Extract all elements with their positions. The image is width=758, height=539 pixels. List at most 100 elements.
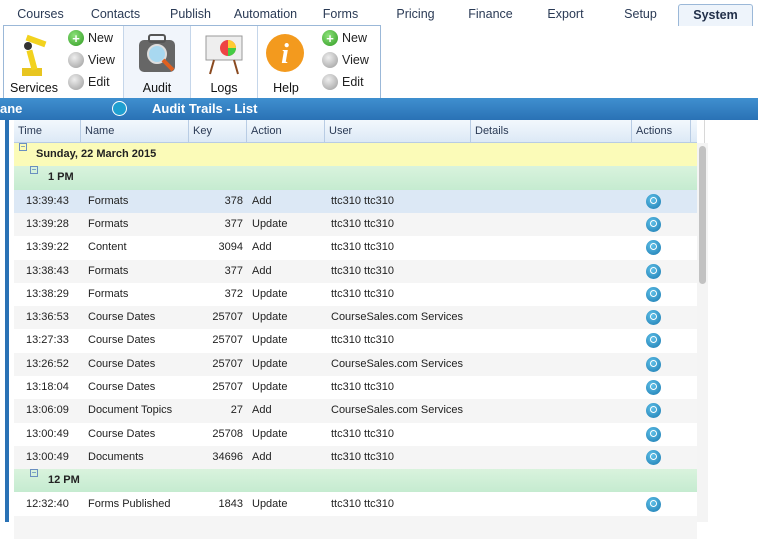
- user-cell: ttc310 ttc310: [331, 427, 394, 440]
- table-row[interactable]: 13:26:52 Course Dates 25707 Update CourseSal…: [14, 352, 697, 376]
- table-row[interactable]: 12:32:40 Forms Published 1843 Update ttc310 …: [14, 492, 697, 516]
- column-header-details[interactable]: Details: [471, 120, 632, 143]
- table-row[interactable]: 13:36:53 Course Dates 25707 Update CourseSal…: [14, 306, 697, 330]
- key-cell: 25707: [212, 334, 243, 347]
- view-details-icon[interactable]: [646, 263, 661, 279]
- robot-arm-icon: [16, 32, 52, 81]
- key-cell: 372: [224, 287, 243, 300]
- edit-button[interactable]: Edit: [68, 74, 110, 90]
- table-row[interactable]: 13:39:43 Formats 378 Add ttc310 ttc310: [14, 189, 697, 213]
- collapse-toggle-icon[interactable]: −: [30, 469, 38, 478]
- tab-courses[interactable]: Courses: [3, 4, 78, 26]
- table-row[interactable]: 13:06:09 Document Topics 27 Add CourseSales.…: [14, 399, 697, 423]
- view-details-icon[interactable]: [646, 286, 661, 302]
- hour-group-row[interactable]: − 12 PM: [14, 469, 697, 493]
- day-group-row[interactable]: − Sunday, 22 March 2015: [14, 143, 697, 167]
- new-button-2[interactable]: + New: [322, 30, 367, 46]
- tab-forms[interactable]: Forms: [303, 4, 378, 26]
- new-button[interactable]: + New: [68, 30, 113, 46]
- audit-button[interactable]: Audit: [124, 26, 191, 98]
- column-header-key[interactable]: Key: [189, 120, 247, 143]
- column-header-actions[interactable]: Actions: [632, 120, 691, 143]
- scrollbar-thumb[interactable]: [699, 146, 706, 284]
- column-header-action[interactable]: Action: [247, 120, 325, 143]
- logs-button[interactable]: Logs: [191, 26, 258, 98]
- time-cell: 13:00:49: [26, 450, 69, 463]
- chart-easel-icon: [202, 32, 246, 79]
- hour-group-row[interactable]: − 1 PM: [14, 166, 697, 190]
- column-header-name[interactable]: Name: [81, 120, 189, 143]
- key-cell: 25707: [212, 357, 243, 370]
- ribbon-toolbar: Services + New View Edit Audit Logs i Hel…: [3, 25, 381, 98]
- tab-setup[interactable]: Setup: [603, 4, 678, 26]
- edit-button-2[interactable]: Edit: [322, 74, 364, 90]
- user-cell: ttc310 ttc310: [331, 217, 394, 230]
- view-details-icon[interactable]: [646, 356, 661, 372]
- help-button[interactable]: Help: [258, 81, 314, 95]
- svg-text:i: i: [281, 39, 289, 70]
- user-cell: CourseSales.com Services: [331, 357, 464, 370]
- action-cell: Update: [252, 381, 288, 393]
- table-row-partial[interactable]: [14, 515, 697, 539]
- tab-export[interactable]: Export: [528, 4, 603, 26]
- action-cell: Update: [252, 334, 288, 347]
- key-cell: 27: [230, 404, 243, 417]
- time-cell: 13:39:22: [26, 241, 69, 254]
- page-title: Audit Trails - List: [152, 101, 258, 116]
- view-details-icon[interactable]: [646, 240, 661, 256]
- tab-finance[interactable]: Finance: [453, 4, 528, 26]
- plus-icon: +: [68, 30, 84, 46]
- view-details-icon[interactable]: [646, 449, 661, 465]
- view-details-icon[interactable]: [646, 333, 661, 349]
- scrollbar[interactable]: [697, 143, 708, 522]
- tab-contacts[interactable]: Contacts: [78, 4, 153, 26]
- table-row[interactable]: 13:38:43 Formats 377 Add ttc310 ttc310: [14, 259, 697, 283]
- collapse-toggle-icon[interactable]: −: [19, 143, 27, 151]
- view-details-icon[interactable]: [646, 216, 661, 232]
- view-details-icon[interactable]: [646, 496, 661, 512]
- tab-pricing[interactable]: Pricing: [378, 4, 453, 26]
- tab-system[interactable]: System: [678, 4, 753, 26]
- tab-publish[interactable]: Publish: [153, 4, 228, 26]
- view-button-2[interactable]: View: [322, 52, 369, 68]
- home-icon[interactable]: [112, 101, 127, 116]
- view-details-icon[interactable]: [646, 380, 661, 395]
- view-details-icon[interactable]: [646, 403, 661, 419]
- name-cell: Formats: [88, 264, 129, 277]
- audit-grid: Time Name Key Action User Details Actions − Sun…: [5, 120, 708, 539]
- column-header-time[interactable]: Time: [14, 120, 81, 143]
- table-row[interactable]: 13:39:22 Content 3094 Add ttc310 ttc310: [14, 236, 697, 260]
- time-cell: 13:06:09: [26, 404, 69, 417]
- user-cell: CourseSales.com Services: [331, 404, 464, 417]
- logs-label: Logs: [210, 81, 238, 95]
- action-cell: Add: [252, 404, 272, 417]
- services-button[interactable]: Services: [4, 81, 64, 95]
- view-details-icon[interactable]: [646, 426, 661, 442]
- table-row[interactable]: 13:00:49 Documents 34696 Add ttc310 ttc310: [14, 445, 697, 470]
- tab-automation[interactable]: Automation: [228, 4, 303, 26]
- table-row[interactable]: 13:38:29 Formats 372 Update ttc310 ttc310: [14, 282, 697, 307]
- new-label: New: [342, 31, 368, 45]
- name-cell: Formats: [88, 217, 129, 230]
- time-cell: 13:00:49: [26, 427, 69, 440]
- edit-label: Edit: [88, 75, 110, 89]
- time-cell: 13:39:28: [26, 217, 69, 230]
- table-row[interactable]: 13:39:28 Formats 377 Update ttc310 ttc310: [14, 212, 697, 237]
- collapse-toggle-icon[interactable]: −: [30, 166, 38, 175]
- edit-label: Edit: [342, 75, 364, 89]
- pane-label: ane: [0, 101, 23, 116]
- view-details-icon[interactable]: [646, 310, 661, 326]
- table-row[interactable]: 13:00:49 Course Dates 25708 Update ttc310 tt…: [14, 422, 697, 446]
- grid-header: Time Name Key Action User Details Actions: [14, 120, 697, 143]
- user-cell: ttc310 ttc310: [331, 264, 394, 277]
- view-label: View: [342, 53, 369, 67]
- view-label: View: [88, 53, 115, 67]
- hour-label: 12 PM: [48, 474, 80, 487]
- key-cell: 3094: [218, 241, 243, 254]
- view-details-icon[interactable]: [646, 193, 661, 209]
- column-header-user[interactable]: User: [325, 120, 471, 143]
- table-row[interactable]: 13:27:33 Course Dates 25707 Update ttc310 tt…: [14, 329, 697, 353]
- view-button[interactable]: View: [68, 52, 115, 68]
- table-row[interactable]: 13:18:04 Course Dates 25707 Update ttc310 tt…: [14, 376, 697, 400]
- key-cell: 1843: [218, 497, 243, 510]
